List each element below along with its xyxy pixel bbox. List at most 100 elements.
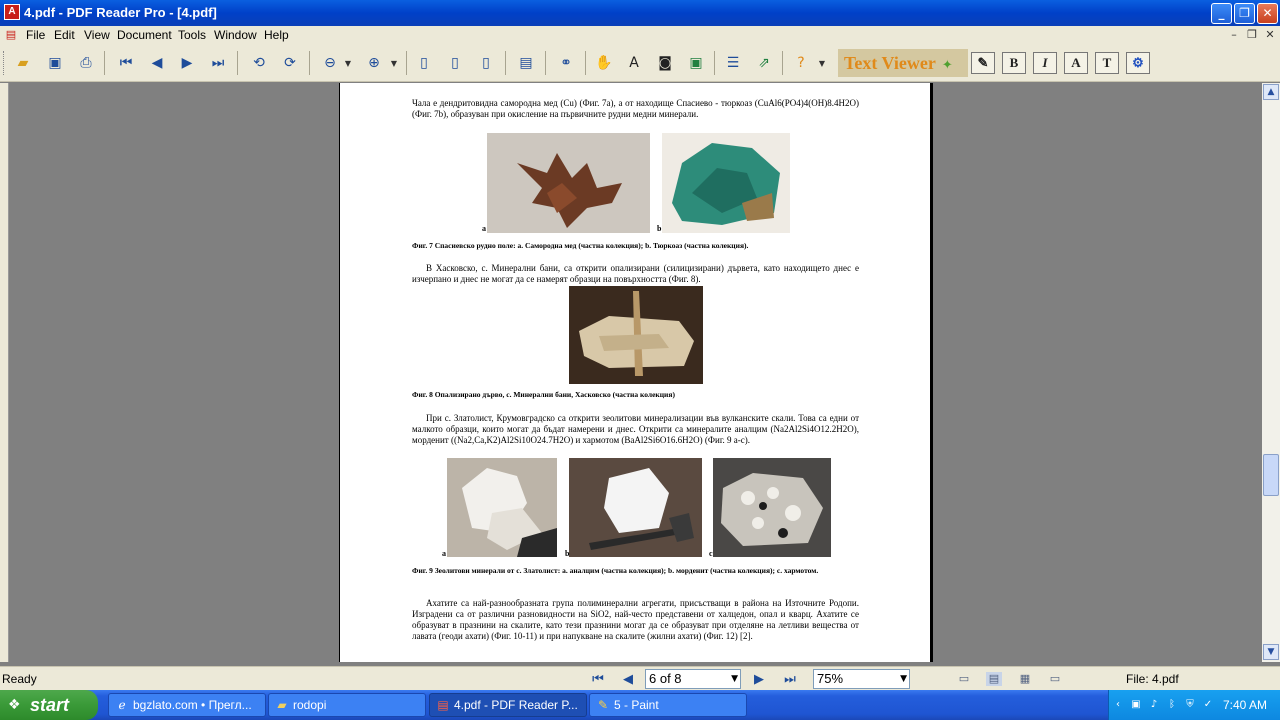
bold-button[interactable]: B	[1002, 52, 1026, 74]
turquoise-photo	[662, 133, 790, 233]
toolbar-separator	[782, 51, 783, 75]
toolbar-separator	[545, 51, 546, 75]
page-dropdown-icon[interactable]: ▼	[731, 670, 738, 688]
text-button[interactable]: T	[1095, 52, 1119, 74]
thumbnails-icon[interactable]: ☰	[721, 52, 745, 74]
text-settings-icon[interactable]: ⚙	[1126, 52, 1150, 74]
start-button[interactable]: ❖ start	[0, 690, 98, 720]
italic-button[interactable]: I	[1033, 52, 1057, 74]
scroll-down-icon[interactable]: ▼	[1263, 644, 1279, 660]
minimize-icon[interactable]: _	[1211, 3, 1232, 24]
native-copper-image	[487, 133, 650, 233]
update-icon[interactable]: ✓	[1201, 698, 1215, 712]
scroll-thumb[interactable]	[1263, 454, 1279, 496]
select-image-icon[interactable]: ▣	[684, 52, 708, 74]
rotate-left-icon[interactable]: ⟲	[247, 52, 271, 74]
single-page-view-icon[interactable]: ▭	[956, 672, 972, 686]
page-indicator: 6 of 8	[649, 671, 682, 686]
fit-page-icon[interactable]: ▯	[474, 52, 498, 74]
status-previous-page-icon[interactable]: ◀	[619, 671, 637, 689]
harmotome-photo	[713, 458, 831, 557]
menu-edit[interactable]: Edit	[54, 28, 75, 42]
menu-window[interactable]: Window	[214, 28, 257, 42]
status-next-page-icon[interactable]: ▶	[750, 671, 768, 689]
browser-icon: ℯ	[118, 698, 126, 712]
zoom-in-icon[interactable]: ⊕	[362, 52, 386, 74]
form-fields-icon[interactable]: ▤	[514, 52, 538, 74]
rotate-right-icon[interactable]: ⟳	[278, 52, 302, 74]
security-shield-icon[interactable]: ⛨	[1183, 698, 1197, 712]
find-binoculars-icon[interactable]: ⚭	[554, 52, 578, 74]
task-paint[interactable]: ✎ 5 - Paint	[589, 693, 747, 717]
toolbar-separator	[505, 51, 506, 75]
document-pdf-icon[interactable]: ▤	[3, 27, 19, 43]
toolbar-separator	[585, 51, 586, 75]
next-page-icon[interactable]: ▶	[175, 52, 199, 74]
scroll-up-icon[interactable]: ▲	[1263, 84, 1279, 100]
zoom-value: 75%	[817, 671, 844, 686]
zoom-out-dropdown-icon[interactable]: ▼	[341, 52, 355, 74]
status-first-page-icon[interactable]: ⏮	[589, 671, 607, 689]
tray-expand-icon[interactable]: ‹	[1111, 698, 1125, 712]
network-icon[interactable]: ▣	[1129, 698, 1143, 712]
edit-text-tool-icon[interactable]: ✎	[971, 52, 995, 74]
bluetooth-icon[interactable]: ᛒ	[1165, 698, 1179, 712]
last-page-icon[interactable]: ⏭	[206, 52, 230, 74]
toolbar-grip	[3, 51, 6, 75]
clock[interactable]: 7:40 AM	[1223, 698, 1267, 712]
folder-icon: ▰	[277, 698, 287, 712]
menu-file[interactable]: File	[26, 28, 45, 42]
taskbar: ❖ start ℯ bgzlato.com • Прегл... ▰ rodop…	[0, 690, 1280, 720]
status-bar: Ready ⏮ ◀ 6 of 8 ▼ ▶ ⏭ 75% ▼ ▭ ▤ ▦ ▭ Fil…	[0, 666, 1280, 690]
fig9-label-c: c	[709, 549, 713, 558]
zoom-dropdown-icon[interactable]: ▼	[900, 670, 907, 688]
page-number-field[interactable]: 6 of 8 ▼	[645, 669, 741, 689]
volume-icon[interactable]: ♪	[1147, 698, 1161, 712]
font-button[interactable]: A	[1064, 52, 1088, 74]
toolbar-separator	[104, 51, 105, 75]
status-text: Ready	[2, 672, 37, 686]
fit-width-icon[interactable]: ▯	[443, 52, 467, 74]
menu-document[interactable]: Document	[117, 28, 172, 42]
fig9-label-a: a	[442, 549, 446, 558]
save-icon[interactable]: ▣	[43, 52, 67, 74]
system-tray: ‹ ▣ ♪ ᛒ ⛨ ✓ 7:40 AM	[1108, 690, 1280, 720]
mdi-restore-icon[interactable]: ❐	[1244, 27, 1260, 43]
pdf-page[interactable]: Чала е дендритовидна самородна мед (Cu) …	[339, 83, 933, 662]
toolbar-separator	[406, 51, 407, 75]
hand-tool-icon[interactable]: ✋	[592, 52, 616, 74]
zoom-in-dropdown-icon[interactable]: ▼	[387, 52, 401, 74]
task-browser[interactable]: ℯ bgzlato.com • Прегл...	[108, 693, 266, 717]
text-viewer-arrow-icon: ✦	[941, 58, 953, 73]
menu-help[interactable]: Help	[264, 28, 289, 42]
select-text-icon[interactable]: A	[622, 52, 646, 74]
zoom-out-icon[interactable]: ⊖	[318, 52, 342, 74]
snapshot-camera-icon[interactable]: ◙	[653, 52, 677, 74]
open-folder-icon[interactable]: ▰	[11, 52, 35, 74]
task-folder[interactable]: ▰ rodopi	[268, 693, 426, 717]
close-icon[interactable]: ✕	[1257, 3, 1278, 24]
single-page-icon[interactable]: ▯	[412, 52, 436, 74]
previous-page-icon[interactable]: ◀	[145, 52, 169, 74]
status-last-page-icon[interactable]: ⏭	[781, 671, 799, 689]
continuous-facing-view-icon[interactable]: ▭	[1047, 672, 1063, 686]
menu-tools[interactable]: Tools	[178, 28, 206, 42]
task-pdf-reader[interactable]: ▤ 4.pdf - PDF Reader P...	[429, 693, 587, 717]
fig7-caption: Фиг. 7 Спасиевско рудно поле: a. Самород…	[412, 241, 749, 250]
text-viewer-button[interactable]: Text Viewer ✦	[838, 49, 968, 77]
file-name-label: File: 4.pdf	[1126, 672, 1179, 686]
first-page-icon[interactable]: ⏮	[114, 52, 138, 74]
mdi-close-icon[interactable]: ✕	[1262, 27, 1278, 43]
help-dropdown-icon[interactable]: ▼	[815, 52, 829, 74]
facing-view-icon[interactable]: ▦	[1017, 672, 1033, 686]
help-icon[interactable]: ?	[789, 52, 813, 74]
zoom-select[interactable]: 75% ▼	[813, 669, 910, 689]
menu-view[interactable]: View	[84, 28, 110, 42]
vertical-scrollbar[interactable]: ▲ ▼	[1262, 83, 1280, 662]
mdi-minimize-icon[interactable]: –	[1226, 27, 1242, 43]
restore-icon[interactable]: ❐	[1234, 3, 1255, 24]
continuous-view-icon[interactable]: ▤	[986, 672, 1002, 686]
side-panel-edge[interactable]	[0, 83, 9, 662]
print-icon[interactable]: ⎙	[74, 52, 98, 74]
export-icon[interactable]: ⇗	[752, 52, 776, 74]
